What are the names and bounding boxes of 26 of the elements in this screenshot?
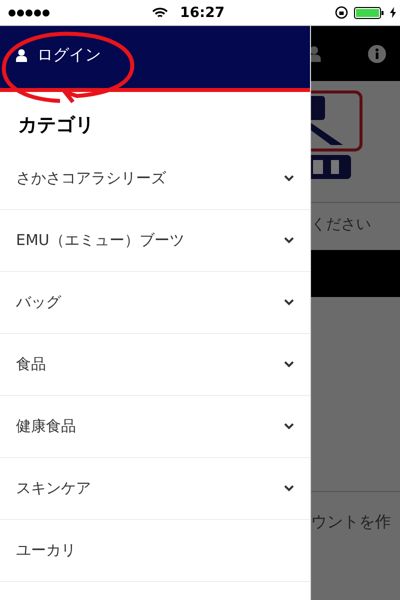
chevron-down-icon [284,361,294,368]
category-item[interactable]: 食品 [0,334,310,396]
wifi-icon [152,6,168,18]
category-item[interactable]: ユーカリ [0,520,310,582]
category-item[interactable]: さかさコアラシリーズ [0,148,310,210]
chevron-down-icon [284,423,294,430]
category-item[interactable]: バッグ [0,272,310,334]
chevron-down-icon [284,299,294,306]
battery-icon [354,6,384,18]
login-button[interactable]: ログイン [16,44,101,66]
user-icon[interactable] [311,46,321,62]
chevron-down-icon [284,175,294,182]
signal-icon [8,8,52,16]
rotation-lock-icon [335,6,348,19]
page-text: ください [311,214,372,235]
category-item[interactable]: 健康食品 [0,396,310,458]
chevron-down-icon [284,485,294,492]
user-icon [16,48,27,62]
category-heading: カテゴリ [17,113,95,138]
charging-icon [390,7,396,18]
category-item[interactable]: スキンケア [0,458,310,520]
info-icon[interactable] [368,44,386,62]
category-item[interactable]: EMU（エミュー）ブーツ [0,210,310,272]
status-time: 16:27 [180,4,225,20]
chevron-down-icon [284,237,294,244]
page-text: ウントを作 [311,511,392,533]
